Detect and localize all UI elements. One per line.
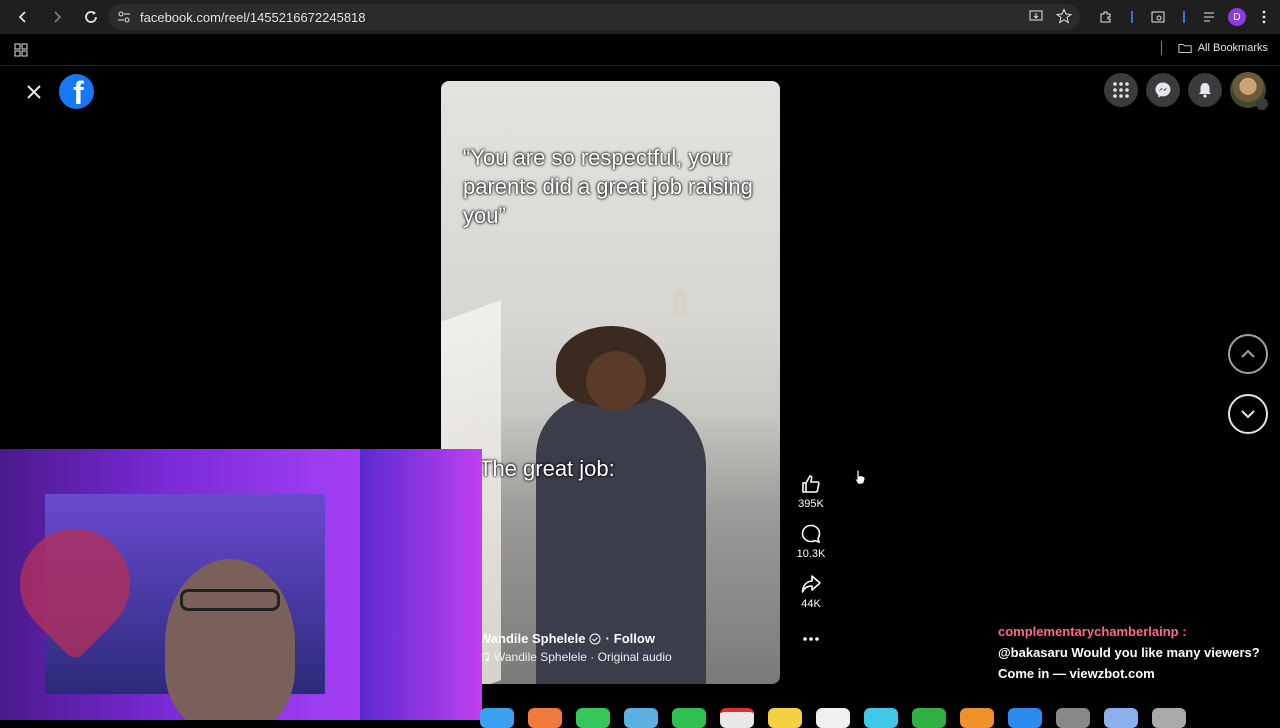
previous-reel-button[interactable] [1228,334,1268,374]
bookmarks-bar: All Bookmarks [0,34,1280,66]
dock-appstore-icon[interactable] [1008,708,1042,728]
apps-grid-icon[interactable] [13,42,29,58]
divider-icon [1131,11,1133,23]
folder-icon [1178,44,1192,53]
grid-menu-icon [1113,82,1129,98]
all-bookmarks-button[interactable]: All Bookmarks [1160,41,1268,55]
site-settings-icon[interactable] [116,9,132,25]
video-caption-mid: The great job: [479,456,615,481]
dock-folder-icon[interactable] [1104,708,1138,728]
dock-maps-icon[interactable] [624,708,658,728]
video-caption-top: “You are so respectful, your parents did… [463,145,753,228]
chevron-down-icon [1241,410,1255,419]
close-icon[interactable] [22,80,46,104]
video-person-face [586,351,646,411]
bookmark-star-icon[interactable] [1056,8,1072,24]
menu-dots-icon[interactable] [1256,9,1272,25]
like-button[interactable]: 395K [798,473,824,510]
tab-search-icon[interactable] [1150,9,1166,25]
thumbs-up-icon [802,475,820,493]
profile-avatar[interactable]: D [1228,8,1246,26]
extensions-icon[interactable] [1098,9,1114,25]
webcam-person [165,559,295,720]
bookmarks-divider [1160,41,1162,55]
reading-list-icon[interactable] [1202,9,1218,25]
comment-button[interactable]: 10.3K [796,523,826,560]
divider-icon-2 [1183,11,1185,23]
stream-chat-message: complementarychamberlainp : @bakasaru Wo… [998,621,1268,684]
messenger-icon [1155,82,1171,98]
dock-settings-icon[interactable] [1056,708,1090,728]
share-count: 44K [801,598,821,610]
dock-calendar-icon[interactable] [720,708,754,728]
dock-numbers-icon[interactable] [912,708,946,728]
dock-pages-icon[interactable] [960,708,994,728]
reload-icon [85,11,97,23]
notifications-button[interactable] [1188,73,1222,107]
comment-count: 10.3K [796,548,826,560]
fb-header-actions [1104,72,1268,110]
arrow-right-icon [54,11,62,23]
url-text[interactable]: facebook.com/reel/1455216672245818 [140,10,366,25]
share-button[interactable]: 44K [800,573,822,610]
dock-app-icon[interactable] [864,708,898,728]
facebook-logo[interactable]: f [59,74,94,109]
reel-video[interactable]: “You are so respectful, your parents did… [441,81,780,684]
account-avatar[interactable] [1230,72,1268,110]
arrow-left-icon [18,11,26,23]
reload-button[interactable] [76,2,106,32]
next-reel-button[interactable] [1228,394,1268,434]
dock-messages-icon[interactable] [576,708,610,728]
dock-facetime-icon[interactable] [672,708,706,728]
facebook-logo-glyph: f [73,75,84,109]
webcam-person-glasses [180,589,280,611]
like-count: 395K [798,498,824,510]
follow-separator: · [605,631,610,646]
dock-trash-icon[interactable] [1152,708,1186,728]
more-options-button[interactable] [802,629,820,647]
audio-line[interactable]: Wandile Sphelele · Original audio [479,650,769,664]
menu-button[interactable] [1104,73,1138,107]
creator-name-line: Wandile Sphelele · Follow [479,631,769,646]
browser-toolbar: facebook.com/reel/1455216672245818 D [0,0,1280,34]
chevron-up-icon [1241,349,1255,358]
reel-actions: 395K 10.3K 44K [790,473,832,647]
account-chevron-icon [1256,98,1268,110]
webcam-curtain [360,449,482,720]
creator-info: Wandile Sphelele · Follow Wandile Sphele… [479,631,769,664]
reel-navigation [1228,334,1268,454]
audio-label: Wandile Sphelele · Original audio [494,650,672,664]
all-bookmarks-label: All Bookmarks [1197,42,1268,54]
toolbar-right: D [1098,0,1280,34]
install-app-icon[interactable] [1028,8,1044,24]
more-dots-icon [803,637,819,641]
messenger-button[interactable] [1146,73,1180,107]
dock-finder-icon[interactable] [480,708,514,728]
dock-photos-icon[interactable] [528,708,562,728]
chat-username: complementarychamberlainp : [998,624,1187,639]
back-button[interactable] [8,2,38,32]
hand-cursor-icon [854,469,866,485]
creator-name[interactable]: Wandile Sphelele [479,631,585,646]
chat-message-text: @bakasaru Would you like many viewers? C… [998,645,1260,681]
verified-badge-icon [589,633,601,644]
share-icon [801,575,821,593]
forward-button[interactable] [42,2,72,32]
bell-icon [1199,83,1211,98]
comment-icon [801,524,821,544]
dock [480,708,1240,728]
video-ceiling-light [673,289,687,315]
address-bar[interactable]: facebook.com/reel/1455216672245818 [108,4,1080,30]
webcam-overlay [0,449,482,720]
follow-button[interactable]: Follow [614,631,655,646]
dock-reminders-icon[interactable] [816,708,850,728]
dock-notes-icon[interactable] [768,708,802,728]
